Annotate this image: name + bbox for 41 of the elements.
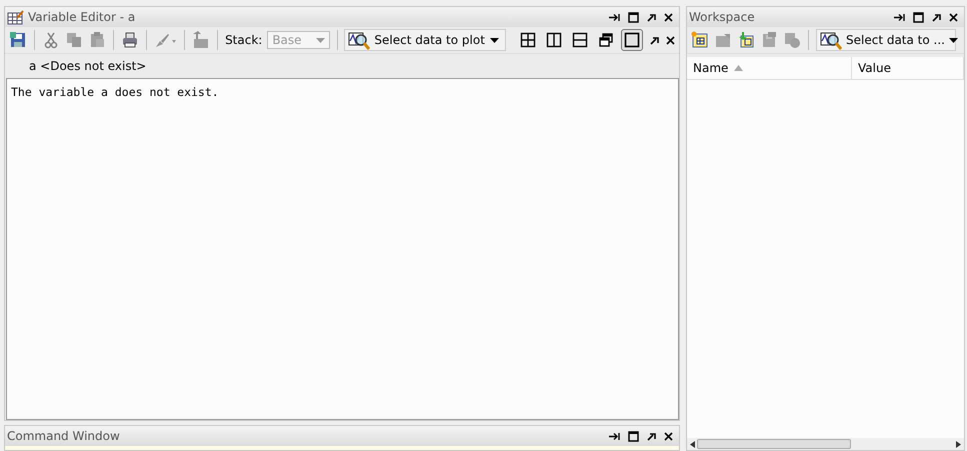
panel-title: Workspace — [689, 10, 756, 24]
single-pane-icon — [624, 32, 640, 48]
close-icon[interactable] — [949, 12, 958, 22]
panel-title: Variable Editor - a — [28, 10, 136, 24]
column-header[interactable]: Name — [687, 57, 852, 79]
undock-icon[interactable] — [650, 36, 659, 44]
panel-title: Command Window — [7, 429, 121, 443]
maximize-icon[interactable] — [913, 12, 924, 22]
dropdown-arrow-icon — [948, 38, 958, 42]
four-pane-icon — [520, 32, 536, 48]
plot-magnifier-icon — [348, 30, 370, 50]
message-text: The variable a does not exist. — [10, 84, 220, 101]
dropdown-arrow-icon — [490, 38, 499, 42]
column-header[interactable]: Value — [852, 57, 964, 79]
undock-icon[interactable] — [932, 12, 941, 22]
table-arrow-icon[interactable] — [737, 31, 755, 49]
maximize-icon[interactable] — [628, 12, 639, 22]
close-icon[interactable] — [666, 36, 675, 44]
variable-tab[interactable]: a <Does not exist> — [29, 59, 146, 73]
undock-icon[interactable] — [647, 432, 656, 440]
plot-selector[interactable]: Select data to ... — [816, 29, 956, 51]
table-pencil-icon — [7, 10, 24, 24]
stack-label: Stack: — [225, 33, 262, 47]
dock-icon[interactable] — [609, 12, 620, 22]
two-column-icon — [546, 32, 562, 48]
scrollbar-thumb[interactable] — [697, 439, 852, 449]
undock-icon[interactable] — [647, 12, 656, 22]
two-row-icon — [572, 32, 588, 48]
plot-selector[interactable]: Select data to plot — [344, 29, 506, 51]
printer-icon[interactable] — [120, 31, 139, 49]
scroll-left-icon[interactable] — [690, 440, 695, 448]
overlapping-windows-icon — [598, 32, 614, 48]
maximize-icon[interactable] — [628, 430, 639, 442]
dock-icon[interactable] — [894, 12, 905, 22]
close-icon[interactable] — [664, 432, 673, 440]
scroll-right-icon[interactable] — [956, 440, 961, 448]
layout-button[interactable] — [620, 29, 643, 51]
plot-magnifier-icon — [820, 30, 842, 50]
dropdown-arrow-icon — [316, 38, 325, 42]
dock-icon[interactable] — [609, 432, 620, 440]
close-icon[interactable] — [664, 12, 673, 22]
